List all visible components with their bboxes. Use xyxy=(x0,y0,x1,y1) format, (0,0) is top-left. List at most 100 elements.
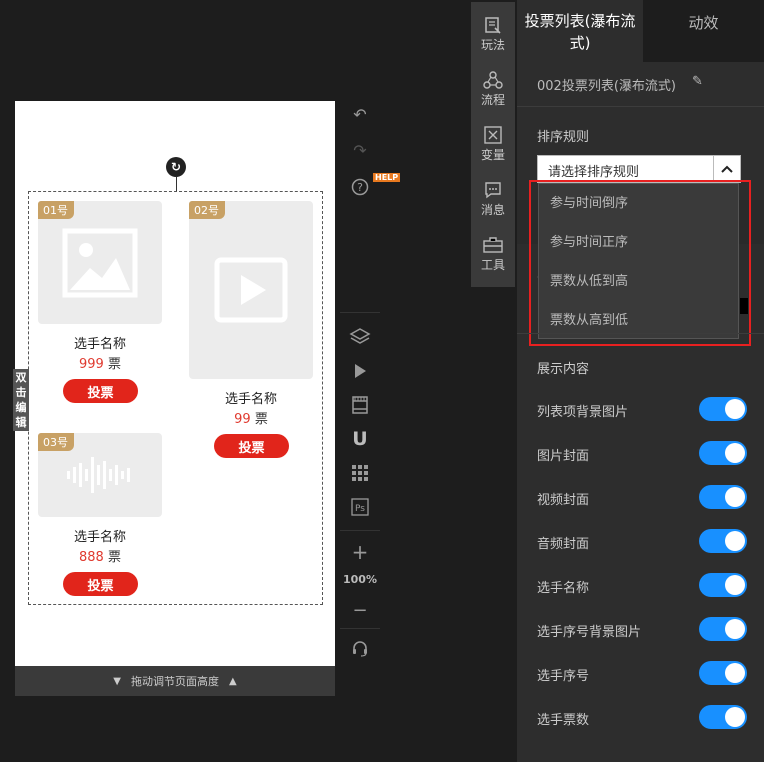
tab-vote-list[interactable]: 投票列表(瀑布流式) xyxy=(517,0,643,62)
player-votes: 99 票 xyxy=(189,408,313,427)
grid-icon[interactable] xyxy=(348,461,372,485)
player-name: 选手名称 xyxy=(224,392,277,407)
player-card-video-cover[interactable] xyxy=(189,201,313,379)
vote-button[interactable]: 投票 xyxy=(63,572,138,596)
magnet-icon[interactable]: U xyxy=(348,427,372,451)
side-tools-panel: 玩法 流程 变量 消息 工具 xyxy=(471,2,515,287)
side-tool-label: 变量 xyxy=(480,148,505,162)
toggle-label: 视频封面 xyxy=(537,493,590,508)
player-number-badge: 03号 xyxy=(38,433,74,451)
page-height-resize-bar[interactable]: ▼ 拖动调节页面高度 ▲ xyxy=(15,666,335,696)
side-tool-label: 流程 xyxy=(480,93,505,107)
svg-text:?: ? xyxy=(357,181,363,194)
player-number-badge: 01号 xyxy=(38,201,74,219)
side-tool-flow[interactable]: 流程 xyxy=(471,69,515,108)
ps-icon[interactable]: Ps xyxy=(348,495,372,519)
display-content-label: 展示内容 xyxy=(537,362,590,377)
toggle-row: 视频封面 xyxy=(537,485,749,511)
zoom-out-icon[interactable]: − xyxy=(348,598,372,622)
undo-icon[interactable]: ↶ xyxy=(348,102,372,126)
svg-text:Ps: Ps xyxy=(355,504,365,514)
toggle-label: 选手序号 xyxy=(537,669,590,684)
double-click-edit-tag[interactable]: 双击编辑 xyxy=(13,369,29,431)
side-tool-message[interactable]: 消息 xyxy=(471,179,515,218)
toolbar-divider xyxy=(340,628,380,629)
triangle-down-icon: ▼ xyxy=(113,675,121,687)
toggle-row: 图片封面 xyxy=(537,441,749,467)
help-tag[interactable]: HELP xyxy=(373,173,401,182)
toggle-label: 选手序号背景图片 xyxy=(537,625,642,640)
rotate-handle-line xyxy=(176,177,177,192)
layers-icon[interactable] xyxy=(348,325,372,349)
tab-animation[interactable]: 动效 xyxy=(643,0,764,62)
play-icon[interactable] xyxy=(348,359,372,383)
side-tool-toolbox[interactable]: 工具 xyxy=(471,234,515,273)
vote-unit: 票 xyxy=(107,357,121,372)
sort-rule-select-value: 请选择排序规则 xyxy=(548,165,640,180)
redo-icon[interactable]: ↷ xyxy=(348,138,372,162)
player-name: 选手名称 xyxy=(73,530,126,545)
side-tool-gameplay[interactable]: 玩法 xyxy=(471,14,515,53)
component-title: 002投票列表(瀑布流式) xyxy=(537,79,676,94)
zoom-in-icon[interactable]: + xyxy=(348,540,372,564)
flow-icon xyxy=(471,69,515,91)
toggle-row: 选手序号背景图片 xyxy=(537,617,749,643)
pencil-icon[interactable]: ✎ xyxy=(692,74,703,89)
player-card-image-cover[interactable] xyxy=(38,201,162,324)
divider xyxy=(517,106,764,107)
toggle-knob xyxy=(725,399,745,419)
vote-count: 888 xyxy=(79,550,104,565)
zoom-level: 100% xyxy=(343,573,377,586)
toggle-switch[interactable] xyxy=(699,573,747,597)
message-icon xyxy=(471,179,515,201)
side-tool-variable[interactable]: 变量 xyxy=(471,124,515,163)
help-icon[interactable]: ? xyxy=(348,175,372,199)
toggle-label: 音频封面 xyxy=(537,537,590,552)
side-tool-label: 消息 xyxy=(480,203,505,217)
vote-button[interactable]: 投票 xyxy=(214,434,289,458)
toggle-label: 图片封面 xyxy=(537,449,590,464)
toggle-row: 选手序号 xyxy=(537,661,749,687)
toggle-knob xyxy=(725,575,745,595)
headset-icon[interactable] xyxy=(348,636,372,660)
toggle-switch[interactable] xyxy=(699,705,747,729)
side-tool-label: 玩法 xyxy=(480,38,505,52)
toolbar-divider xyxy=(340,312,380,313)
divider xyxy=(517,333,764,334)
triangle-up-icon: ▲ xyxy=(229,675,237,687)
toggle-switch[interactable] xyxy=(699,485,747,509)
resize-bar-label: 拖动调节页面高度 xyxy=(131,675,219,688)
vote-count: 999 xyxy=(79,357,104,372)
toggle-knob xyxy=(725,531,745,551)
properties-panel xyxy=(517,0,764,762)
toggle-knob xyxy=(725,663,745,683)
film-icon[interactable] xyxy=(348,393,372,417)
toolbar-divider xyxy=(340,530,380,531)
video-placeholder-icon xyxy=(214,257,288,323)
toggle-row: 选手名称 xyxy=(537,573,749,599)
player-number-badge: 02号 xyxy=(189,201,225,219)
toggle-row: 列表项背景图片 xyxy=(537,397,749,423)
player-votes: 888 票 xyxy=(38,546,162,565)
vote-unit: 票 xyxy=(107,550,121,565)
toggle-knob xyxy=(725,707,745,727)
sort-rule-label: 排序规则 xyxy=(537,130,590,145)
vote-unit: 票 xyxy=(254,412,268,427)
player-name: 选手名称 xyxy=(73,337,126,352)
toggle-label: 选手名称 xyxy=(537,581,590,596)
toggle-row: 选手票数 xyxy=(537,705,749,731)
audio-wave-icon xyxy=(67,457,130,493)
toggle-switch[interactable] xyxy=(699,397,747,421)
gameplay-icon xyxy=(471,14,515,36)
toggle-label: 选手票数 xyxy=(537,713,590,728)
toggle-switch[interactable] xyxy=(699,441,747,465)
toggle-switch[interactable] xyxy=(699,529,747,553)
rotate-handle-icon[interactable]: ↻ xyxy=(166,157,186,177)
vote-button[interactable]: 投票 xyxy=(63,379,138,403)
toggle-knob xyxy=(725,487,745,507)
image-placeholder-icon xyxy=(62,228,138,297)
toggle-switch[interactable] xyxy=(699,617,747,641)
toggle-switch[interactable] xyxy=(699,661,747,685)
chevron-up-icon[interactable] xyxy=(713,156,740,182)
toggle-label: 列表项背景图片 xyxy=(537,405,629,420)
